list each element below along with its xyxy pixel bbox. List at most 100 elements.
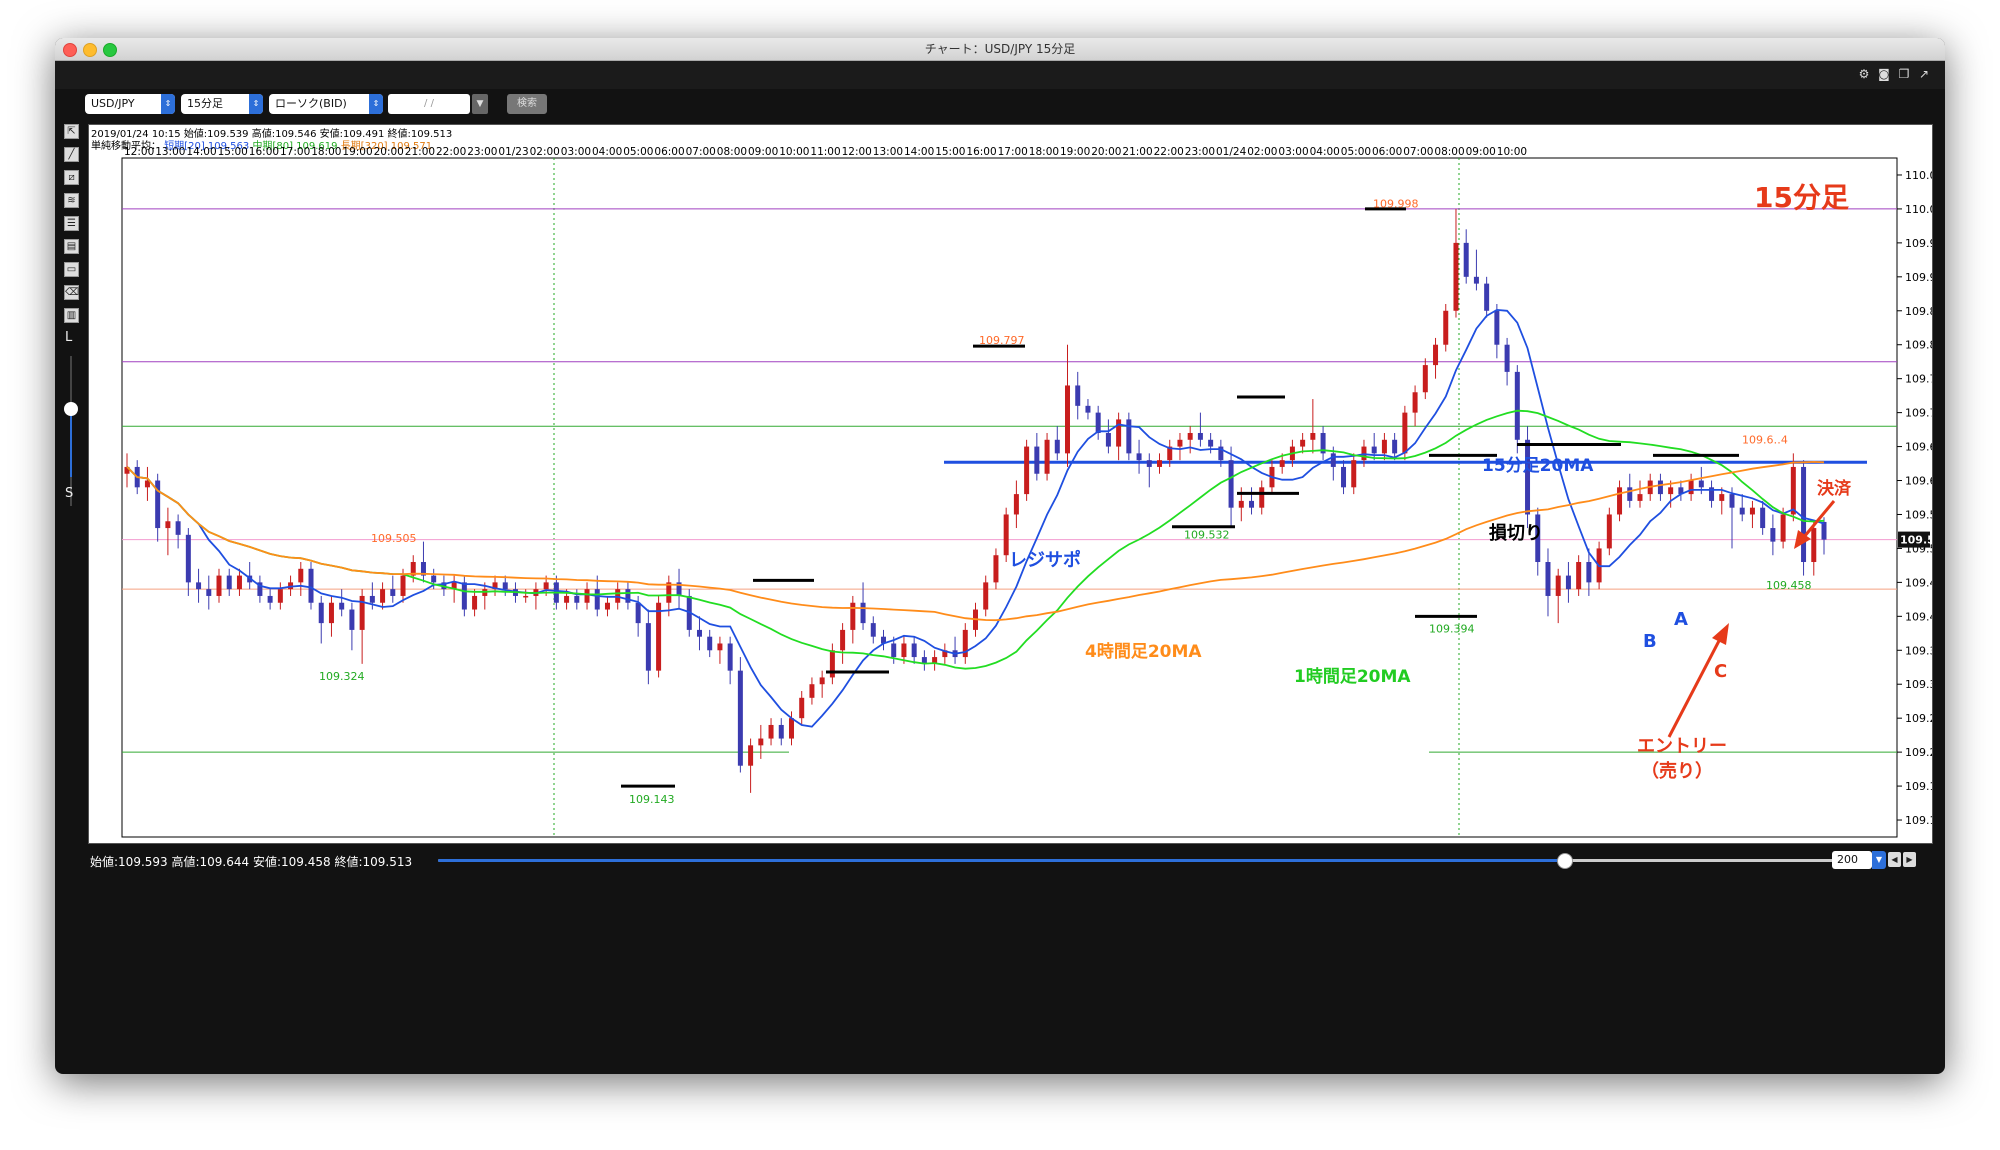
candle-body (339, 602, 345, 610)
candle-body (564, 595, 570, 603)
fibonacci-tool-icon[interactable]: ≋ (64, 193, 79, 208)
price-chart: 12:00 13:00 14:00 15:00 16:00 17:00 18:00 19:00… (121, 146, 1932, 838)
price-tick-label: 109.650 (1905, 441, 1932, 454)
entry-label: エントリー (1637, 736, 1727, 757)
rectangle-tool-icon[interactable]: ▭ (64, 262, 79, 277)
candle-body (1024, 446, 1030, 495)
candle-body (236, 575, 242, 590)
window-icon[interactable]: ❐ (1897, 67, 1911, 81)
chart-panel[interactable]: 2019/01/24 10:15 始値:109.539 高値:109.546 安… (88, 124, 1933, 844)
settings-icon[interactable]: ⚙ (1857, 67, 1871, 81)
drawing-tools: ⇱ ╱ ⧄ ≋ ☰ ▤ ▭ ⌫ ▥ L S (63, 124, 83, 534)
candle-body (1034, 446, 1040, 474)
candle-body (891, 643, 897, 658)
candle-body (1576, 562, 1582, 590)
price-tick-label: 109.800 (1905, 339, 1932, 352)
time-tick-label: 20:00 (1091, 146, 1121, 158)
eraser-tool-icon[interactable]: ⌫ (64, 285, 79, 300)
label-c: C (1714, 661, 1727, 682)
zoom-select[interactable]: 200 (1832, 851, 1872, 869)
price-tick-label: 109.700 (1905, 407, 1932, 420)
chevron-down-icon: ⇕ (369, 94, 383, 114)
candle-body (1412, 392, 1418, 413)
candle-body (1300, 439, 1306, 447)
candle-body (1453, 242, 1459, 311)
time-tick-label: 20:00 (374, 146, 404, 158)
calendar-dropdown-icon[interactable]: ▼ (472, 94, 488, 114)
time-tick-label: 03:00 (1278, 146, 1308, 158)
candle-body (431, 575, 437, 583)
time-tick-label: 21:00 (1122, 146, 1152, 158)
symbol-select[interactable]: USD/JPY ⇕ (85, 94, 175, 114)
time-tick-label: 06:00 (654, 146, 684, 158)
search-button[interactable]: 検索 (507, 94, 547, 114)
label-b: B (1643, 631, 1657, 652)
date-input[interactable]: / / (388, 94, 470, 114)
trendline-tool-icon[interactable]: ╱ (64, 147, 79, 162)
chart-type-select[interactable]: ローソク(BID) ⇕ (269, 94, 383, 114)
text-tool-icon[interactable]: ▤ (64, 239, 79, 254)
candle-body (1586, 562, 1592, 583)
candle-body (277, 589, 283, 603)
candle-body (1668, 487, 1674, 495)
channel-tool-icon[interactable]: ⧄ (64, 170, 79, 185)
bottom-ohlc: 始値:109.593 高値:109.644 安値:109.458 終値:109.… (90, 855, 413, 869)
candle-body (860, 602, 866, 624)
scroll-right-button[interactable]: ▶ (1903, 852, 1916, 867)
time-tick-label: 12:00 (842, 146, 872, 158)
time-tick-label: 21:00 (405, 146, 435, 158)
candle-body (1136, 453, 1142, 461)
timeframe-select[interactable]: 15分足 ⇕ (181, 94, 263, 114)
candle-body (226, 575, 232, 590)
candle-body (1402, 412, 1408, 454)
time-tick-label: 08:00 (717, 146, 747, 158)
candle-body (369, 595, 375, 603)
candle-body (1238, 500, 1244, 508)
chevron-down-icon: ⇕ (161, 94, 175, 114)
candle-body (717, 643, 723, 651)
price-tick-label: 109.350 (1905, 644, 1932, 657)
candle-body (165, 521, 171, 529)
time-tick-label: 11:00 (810, 146, 840, 158)
price-tick-label: 109.250 (1905, 712, 1932, 725)
window-toolbar: ⚙ ◙ ❐ ↗ (55, 61, 1945, 89)
time-tick-label: 01/23 (498, 146, 528, 158)
candle-body (1637, 494, 1643, 501)
time-tick-label: 02:00 (1247, 146, 1277, 158)
candle-body (502, 582, 508, 590)
time-tick-label: 04:00 (1310, 146, 1340, 158)
candle-body (1146, 460, 1152, 467)
candle-body (1381, 439, 1387, 454)
scale-slider-thumb[interactable] (64, 402, 78, 416)
candle-body (1422, 365, 1428, 393)
time-tick-label: 02:00 (530, 146, 560, 158)
delete-tool-icon[interactable]: ▥ (64, 308, 79, 323)
detach-icon[interactable]: ↗ (1917, 67, 1931, 81)
cursor-tool-icon[interactable]: ⇱ (64, 124, 79, 139)
candle-body (1177, 439, 1183, 447)
candle-body (696, 629, 702, 637)
candle-body (1555, 575, 1561, 596)
candle-body (584, 589, 590, 603)
chevron-down-icon[interactable]: ▼ (1872, 851, 1886, 869)
time-tick-label: 12:00 (124, 146, 154, 158)
camera-icon[interactable]: ◙ (1877, 67, 1891, 81)
candle-body (758, 738, 764, 746)
candle-body (1719, 494, 1725, 501)
price-annotation: 109.6‥4 (1742, 434, 1788, 447)
price-tick-label: 109.850 (1905, 305, 1932, 318)
candle-body (390, 589, 396, 596)
time-slider-thumb[interactable] (1557, 853, 1573, 869)
horizontal-line-tool-icon[interactable]: ☰ (64, 216, 79, 231)
candle-body (1157, 460, 1163, 467)
candle-body (1606, 514, 1612, 549)
price-annotation: 109.143 (629, 793, 675, 806)
current-price-label: 109.513 (1900, 534, 1932, 547)
candle-body (400, 575, 406, 596)
scale-slider-fill (70, 409, 72, 477)
time-tick-label: 16:00 (249, 146, 279, 158)
candle-body (574, 595, 580, 603)
candle-body (1443, 310, 1449, 345)
scroll-left-button[interactable]: ◀ (1888, 852, 1901, 867)
price-tick-label: 109.300 (1905, 678, 1932, 691)
